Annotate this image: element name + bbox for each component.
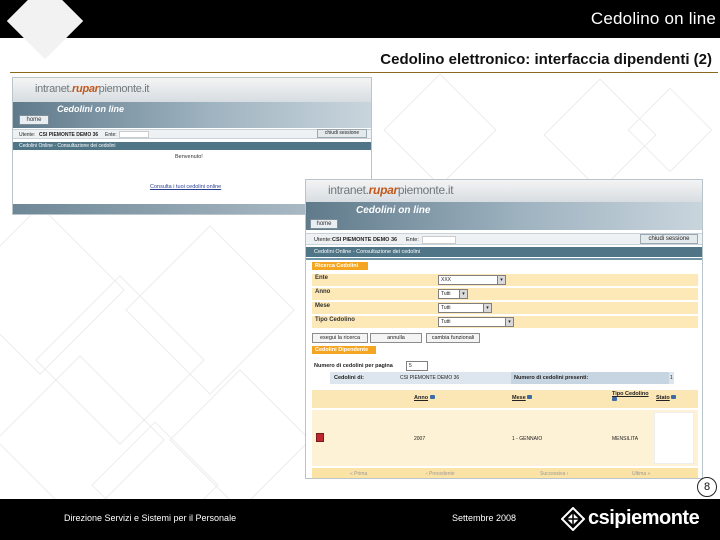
col-header-anno[interactable]: Anno	[414, 395, 435, 401]
ente-label: Ente:	[105, 132, 117, 138]
ente-field-label: Ente	[315, 275, 329, 281]
pager-last[interactable]: Ultima »	[632, 471, 650, 477]
tipo-field-label: Tipo Cedolino	[315, 317, 355, 323]
mese-row: Mese Tutti ▾	[312, 302, 698, 314]
search-section-header: Ricerca Cedolini	[312, 262, 368, 270]
slide-title: Cedolino elettronico: interfaccia dipend…	[380, 51, 712, 68]
row-mese: 1 - GENNAIO	[512, 436, 543, 442]
per-page-label: Numero di cedolini per pagina	[314, 363, 393, 369]
pager-previous[interactable]: ‹ Precedente	[426, 471, 455, 477]
row-tipo: MENSILITA	[612, 436, 639, 442]
search-button[interactable]: esegui la ricerca	[312, 333, 368, 343]
anno-select-value: Tutti	[441, 291, 451, 297]
sort-icon	[527, 395, 533, 399]
col-header-stato-label: Stato	[656, 395, 670, 401]
ente-select-value: XXX	[441, 277, 452, 283]
brand-rupar: rupar	[72, 83, 99, 95]
screenshot-search-page: intranet.ruparpiemonte.it Cedolini on li…	[305, 179, 703, 479]
page-number-text: 8	[703, 481, 711, 493]
view-payslips-link[interactable]: Consulta i tuoi cedolini online	[150, 184, 221, 190]
section-header: Cedolini Online - Consultazione dei cedo…	[306, 247, 702, 257]
csipiemonte-logo-icon	[561, 507, 585, 531]
home-tab[interactable]: home	[310, 219, 338, 229]
brand-suffix: piemonte.it	[397, 183, 454, 197]
col-header-anno-label: Anno	[414, 395, 429, 401]
col-header-mese-label: Mese	[512, 395, 526, 401]
cedolini-of-label: Cedolini di:	[334, 375, 364, 381]
sort-icon	[429, 395, 435, 399]
table-row-white-cell	[654, 412, 694, 464]
ente-field[interactable]	[422, 236, 456, 244]
user-label: Utente:	[19, 132, 36, 138]
chevron-down-icon: ▾	[483, 304, 491, 312]
row-anno: 2007	[414, 436, 426, 442]
page-number: 8	[697, 477, 717, 497]
anno-select[interactable]: Tutti ▾	[438, 289, 468, 299]
slide: Cedolino on line Cedolino elettronico: i…	[0, 0, 720, 540]
pager-first[interactable]: « Prima	[350, 471, 367, 477]
ente-row: Ente XXX ▾	[312, 274, 698, 286]
footer-department: Direzione Servizi e Sistemi per il Perso…	[64, 513, 237, 523]
table-row[interactable]	[312, 410, 698, 466]
brand-prefix: intranet.	[35, 83, 73, 95]
ente-field[interactable]	[119, 131, 149, 138]
col-header-stato[interactable]: Stato	[656, 395, 677, 401]
footer-date: Settembre 2008	[452, 513, 517, 523]
col-header-tipo-label: Tipo Cedolino	[612, 391, 649, 397]
chevron-down-icon: ▾	[505, 318, 513, 326]
user-value: CSI PIEMONTE DEMO 36	[39, 132, 99, 138]
ente-label: Ente:	[406, 237, 419, 243]
mese-select-value: Tutti	[441, 305, 451, 311]
cancel-button[interactable]: annulla	[370, 333, 422, 343]
col-header-mese[interactable]: Mese	[512, 395, 533, 401]
tipo-select-value: Tutti	[441, 319, 451, 325]
anno-row: Anno Tutti ▾	[312, 288, 698, 300]
count-label: Numero di cedolini presenti:	[514, 375, 589, 381]
brand-logo: intranet.ruparpiemonte.it	[328, 183, 454, 197]
watermark-tile	[383, 73, 497, 187]
section-underline	[306, 258, 702, 260]
tipo-select[interactable]: Tutti ▾	[438, 317, 514, 327]
brand-suffix: piemonte.it	[98, 83, 150, 95]
brand-rupar: rupar	[368, 183, 398, 197]
title-divider	[10, 72, 718, 73]
tipo-row: Tipo Cedolino Tutti ▾	[312, 316, 698, 328]
pager-next[interactable]: Successiva ›	[540, 471, 568, 477]
section-header: Cedolini Online - Consultazione dei cedo…	[13, 142, 371, 150]
ente-select[interactable]: XXX ▾	[438, 275, 506, 285]
footer-logo: csipiemonte	[588, 507, 700, 529]
top-diamond-decoration	[6, 0, 84, 60]
brand-prefix: intranet.	[328, 183, 369, 197]
col-header-tipo[interactable]: Tipo Cedolino	[612, 391, 652, 403]
welcome-text: Benvenuto!	[175, 154, 203, 160]
footer: Direzione Servizi e Sistemi per il Perso…	[0, 499, 720, 540]
sort-icon	[671, 395, 677, 399]
per-page-value: 5	[409, 363, 412, 369]
pdf-icon[interactable]	[316, 433, 324, 442]
close-session-button[interactable]: chiudi sessione	[640, 234, 698, 244]
user-label: Utente:	[314, 237, 332, 243]
per-page-input[interactable]: 5	[406, 361, 428, 371]
user-value: CSI PIEMONTE DEMO 36	[332, 237, 398, 243]
brand-logo: intranet.ruparpiemonte.it	[35, 83, 149, 95]
watermark-tile	[627, 87, 713, 173]
employee-section-header: Cedolini Dipendente	[312, 346, 376, 354]
mese-field-label: Mese	[315, 303, 331, 309]
nav-title: Cedolini on line	[356, 205, 431, 216]
mese-select[interactable]: Tutti ▾	[438, 303, 492, 313]
sort-icon	[612, 397, 617, 401]
chevron-down-icon: ▾	[497, 276, 505, 284]
home-tab[interactable]: home	[19, 115, 49, 125]
slide-header: Cedolino on line	[590, 9, 716, 28]
cedolini-of-value: CSI PIEMONTE DEMO 36	[400, 375, 460, 381]
count-value: 1	[670, 375, 673, 381]
close-session-button[interactable]: chiudi sessione	[317, 129, 367, 138]
change-functional-button[interactable]: cambia funzionali	[426, 333, 480, 343]
anno-field-label: Anno	[315, 289, 331, 295]
nav-title: Cedolini on line	[57, 104, 124, 114]
chevron-down-icon: ▾	[459, 290, 467, 298]
